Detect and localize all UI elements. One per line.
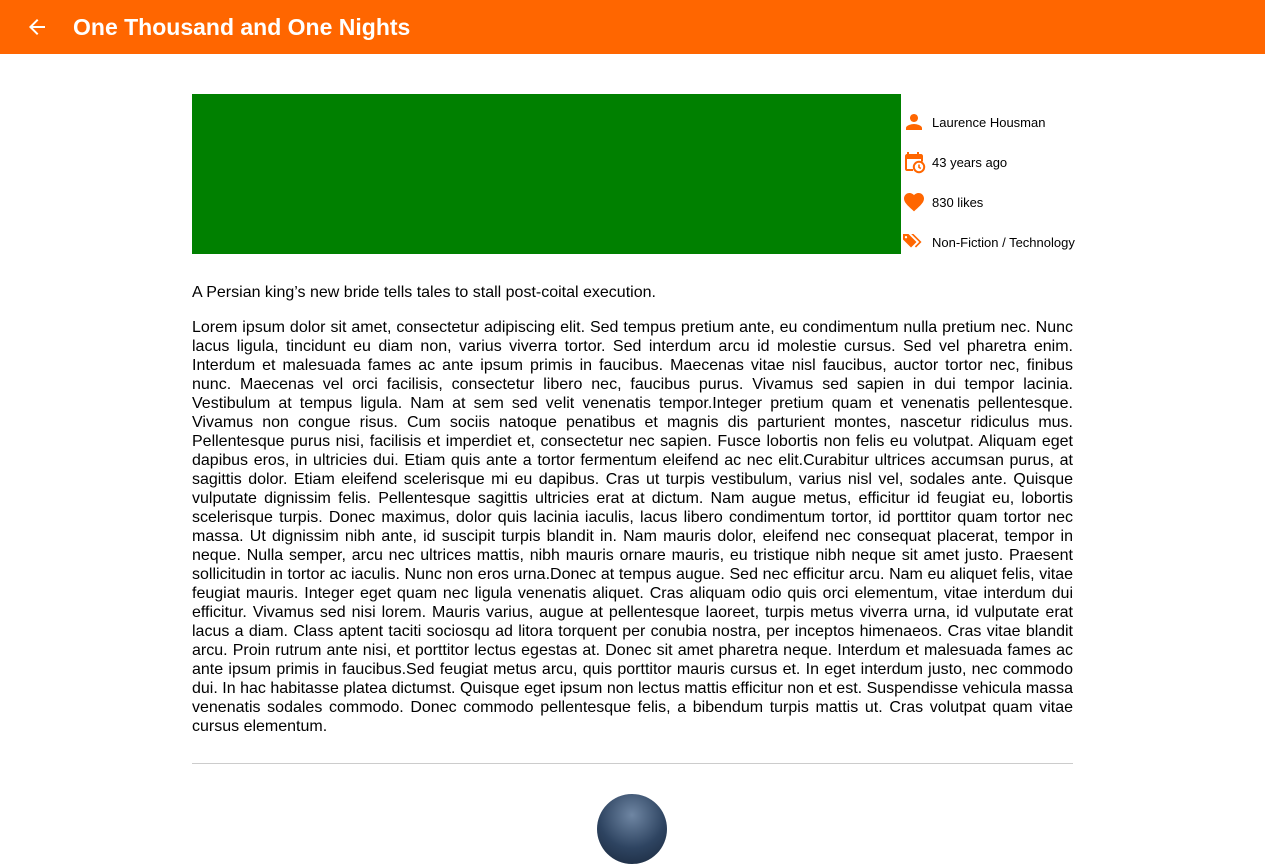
author-row: Laurence Housman xyxy=(902,102,1073,142)
divider xyxy=(192,763,1073,764)
author-name: Laurence Housman xyxy=(932,114,1046,130)
book-tagline: A Persian king’s new bride tells tales t… xyxy=(192,284,656,301)
page-title: One Thousand and One Nights xyxy=(73,14,411,40)
genre-list: Non-Fiction / Technology xyxy=(932,234,1075,250)
likes-row: 830 likes xyxy=(902,182,1073,222)
app-bar: One Thousand and One Nights xyxy=(0,0,1265,54)
book-cover xyxy=(192,94,901,254)
heart-icon xyxy=(904,193,924,212)
avatar[interactable] xyxy=(597,794,667,864)
arrow-back-icon[interactable] xyxy=(25,15,49,39)
book-detail: Laurence Housman 43 years ago 830 likes xyxy=(192,94,1075,772)
calendar-clock-icon xyxy=(905,152,926,174)
person-icon xyxy=(906,114,922,130)
book-description: Lorem ipsum dolor sit amet, consectetur … xyxy=(192,319,1073,735)
published-date: 43 years ago xyxy=(932,154,1008,170)
tags-icon xyxy=(903,234,922,248)
book-header: Laurence Housman 43 years ago 830 likes xyxy=(192,94,1075,254)
genres-row: Non-Fiction / Technology xyxy=(902,222,1075,262)
published-row: 43 years ago xyxy=(902,142,1073,182)
book-meta: Laurence Housman 43 years ago 830 likes xyxy=(902,102,1075,262)
likes-count: 830 likes xyxy=(932,194,984,210)
